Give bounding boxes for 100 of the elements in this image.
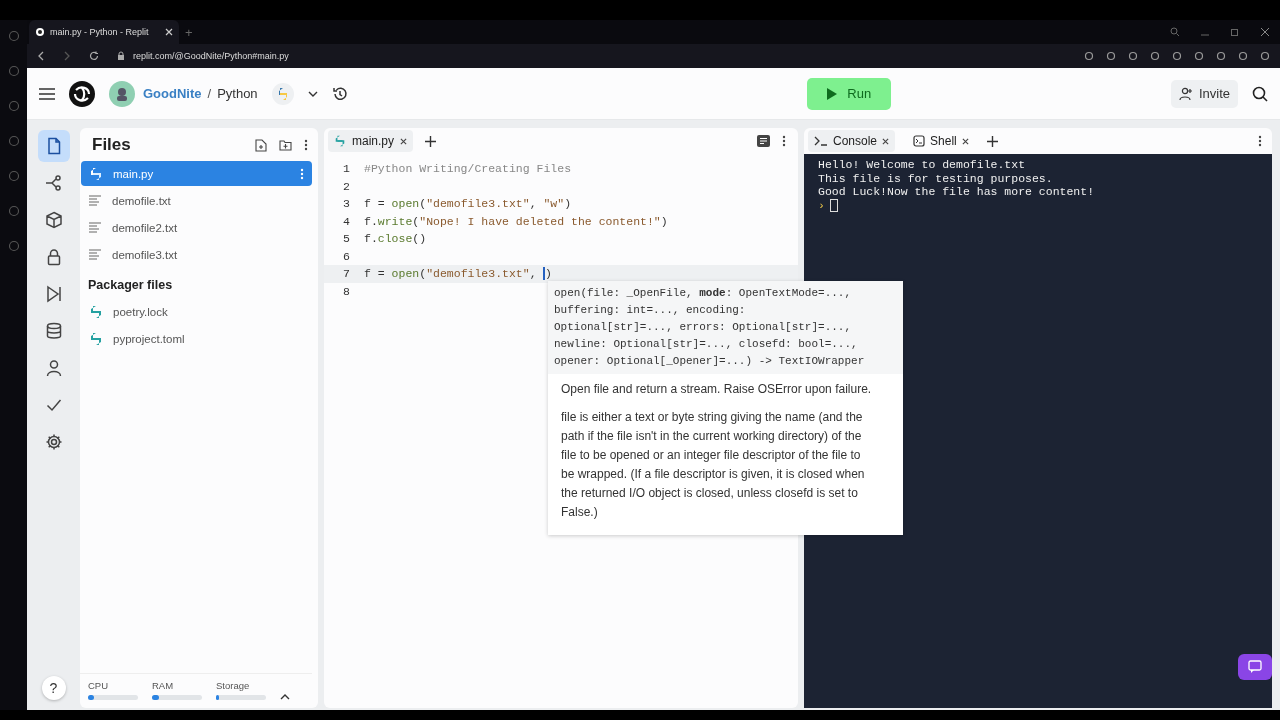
help-button[interactable]: ? bbox=[41, 676, 66, 700]
play-icon bbox=[827, 87, 838, 100]
avatar-icon[interactable] bbox=[109, 80, 135, 107]
line-number: 3 bbox=[342, 197, 351, 211]
sidebar-icon[interactable] bbox=[7, 170, 20, 182]
sidebar-icon[interactable] bbox=[7, 135, 20, 147]
document-icon[interactable] bbox=[757, 135, 770, 147]
repl-name[interactable]: Python bbox=[217, 86, 258, 101]
close-icon[interactable] bbox=[400, 137, 408, 145]
file-name: demofile3.txt bbox=[112, 248, 179, 261]
editor-tab[interactable]: main.py bbox=[328, 130, 414, 152]
line-number: 5 bbox=[342, 232, 351, 246]
more-icon[interactable] bbox=[300, 167, 304, 180]
meter-label: RAM bbox=[152, 680, 175, 691]
close-icon[interactable] bbox=[961, 137, 969, 145]
code-line: f = open("demofile3.txt", ) bbox=[364, 267, 552, 281]
close-icon[interactable] bbox=[882, 137, 890, 145]
prompt-symbol: › bbox=[818, 199, 825, 212]
invite-button[interactable]: Invite bbox=[1170, 79, 1238, 108]
toolbar-icon[interactable] bbox=[1260, 51, 1270, 61]
panel-title: Files bbox=[92, 135, 131, 155]
toolbar-icon[interactable] bbox=[1172, 51, 1182, 61]
settings-icon bbox=[44, 433, 63, 451]
more-icon[interactable] bbox=[304, 139, 308, 151]
sidebar-icon[interactable] bbox=[7, 205, 20, 217]
more-icon[interactable] bbox=[782, 135, 786, 147]
toolbar-icon[interactable] bbox=[1216, 51, 1226, 61]
sidebar-icon[interactable] bbox=[7, 65, 20, 77]
database-icon bbox=[44, 322, 63, 340]
logo-icon[interactable] bbox=[69, 80, 95, 107]
terminal-icon bbox=[814, 136, 828, 146]
close-icon[interactable] bbox=[1260, 27, 1270, 37]
line-number: 7 bbox=[342, 267, 351, 281]
toolbar-icon[interactable] bbox=[1084, 51, 1094, 61]
text-file-icon bbox=[89, 195, 102, 206]
restore-icon[interactable] bbox=[1230, 27, 1240, 37]
sidebar-icon[interactable] bbox=[7, 30, 20, 42]
sidebar-icon[interactable] bbox=[7, 240, 20, 252]
history-icon[interactable] bbox=[331, 85, 348, 102]
text-file-icon bbox=[89, 249, 102, 260]
toolbar-icon[interactable] bbox=[1150, 51, 1160, 61]
cursor-block bbox=[829, 199, 838, 212]
file-item[interactable]: demofile2.txt bbox=[81, 215, 312, 240]
owner-link[interactable]: GoodNite bbox=[143, 86, 202, 101]
sidebar-icon[interactable] bbox=[7, 100, 20, 112]
add-tab-icon[interactable] bbox=[425, 135, 437, 147]
line-number: 1 bbox=[342, 162, 351, 176]
file-item[interactable]: demofile.txt bbox=[81, 188, 312, 213]
python-icon bbox=[89, 331, 103, 346]
line-number: 6 bbox=[342, 249, 351, 263]
section-title: Packager files bbox=[87, 277, 174, 294]
chevron-up-icon[interactable] bbox=[280, 694, 290, 700]
signature-line: buffering: int=..., encoding: bbox=[554, 303, 747, 318]
file-item[interactable]: pyproject.toml bbox=[81, 326, 312, 351]
file-item[interactable]: main.py bbox=[81, 161, 312, 186]
menu-icon[interactable] bbox=[39, 87, 55, 100]
search-icon[interactable] bbox=[1252, 85, 1268, 102]
user-icon bbox=[44, 359, 63, 377]
code-line: f.close() bbox=[364, 232, 427, 246]
file-name: demofile.txt bbox=[112, 194, 172, 207]
step-icon bbox=[44, 285, 63, 303]
chat-icon[interactable] bbox=[1238, 654, 1272, 680]
file-item[interactable]: demofile3.txt bbox=[81, 242, 312, 267]
forward-icon[interactable] bbox=[63, 51, 71, 61]
console-tab[interactable]: Console bbox=[808, 130, 896, 152]
shell-icon bbox=[913, 135, 926, 147]
console-tab[interactable]: Shell bbox=[907, 130, 975, 152]
line-number: 8 bbox=[342, 284, 351, 298]
file-name: demofile2.txt bbox=[112, 221, 179, 234]
new-folder-icon[interactable] bbox=[279, 139, 292, 151]
tool-button[interactable] bbox=[37, 130, 70, 162]
file-name: pyproject.toml bbox=[113, 332, 186, 345]
toolbar-icon[interactable] bbox=[1194, 51, 1204, 61]
line-number: 4 bbox=[342, 214, 351, 228]
python-icon bbox=[334, 135, 346, 147]
address-field[interactable]: replit.com/@GoodNite/Python#main.py bbox=[133, 51, 289, 61]
code-line: #Python Writing/Creating Files bbox=[364, 162, 572, 176]
branch-icon bbox=[44, 174, 63, 192]
file-item[interactable]: poetry.lock bbox=[81, 299, 312, 324]
more-icon[interactable] bbox=[1258, 135, 1262, 147]
console-line: Hello! Welcome to demofile.txt bbox=[818, 158, 1027, 172]
new-file-icon[interactable] bbox=[255, 138, 267, 152]
lock-icon bbox=[117, 51, 125, 61]
toolbar-icon[interactable] bbox=[1106, 51, 1116, 61]
cube-icon bbox=[44, 211, 63, 229]
toolbar-icon[interactable] bbox=[1238, 51, 1248, 61]
console-line: Good Luck!Now the file has more content! bbox=[818, 185, 1096, 199]
add-tab-icon[interactable] bbox=[986, 135, 998, 147]
meter-label: CPU bbox=[88, 680, 110, 691]
reload-icon[interactable] bbox=[89, 51, 99, 61]
back-icon[interactable] bbox=[37, 51, 45, 61]
file-name: poetry.lock bbox=[113, 305, 169, 318]
run-button[interactable]: Run bbox=[807, 77, 892, 110]
console-line: This file is for testing purposes. bbox=[818, 171, 1054, 185]
browser-tab[interactable]: main.py - Python - Replit bbox=[29, 20, 179, 44]
toolbar-icon[interactable] bbox=[1128, 51, 1138, 61]
caret-icon[interactable] bbox=[307, 90, 318, 97]
add-user-icon bbox=[1178, 86, 1193, 101]
meter-label: Storage bbox=[216, 680, 251, 691]
python-icon bbox=[89, 166, 103, 181]
